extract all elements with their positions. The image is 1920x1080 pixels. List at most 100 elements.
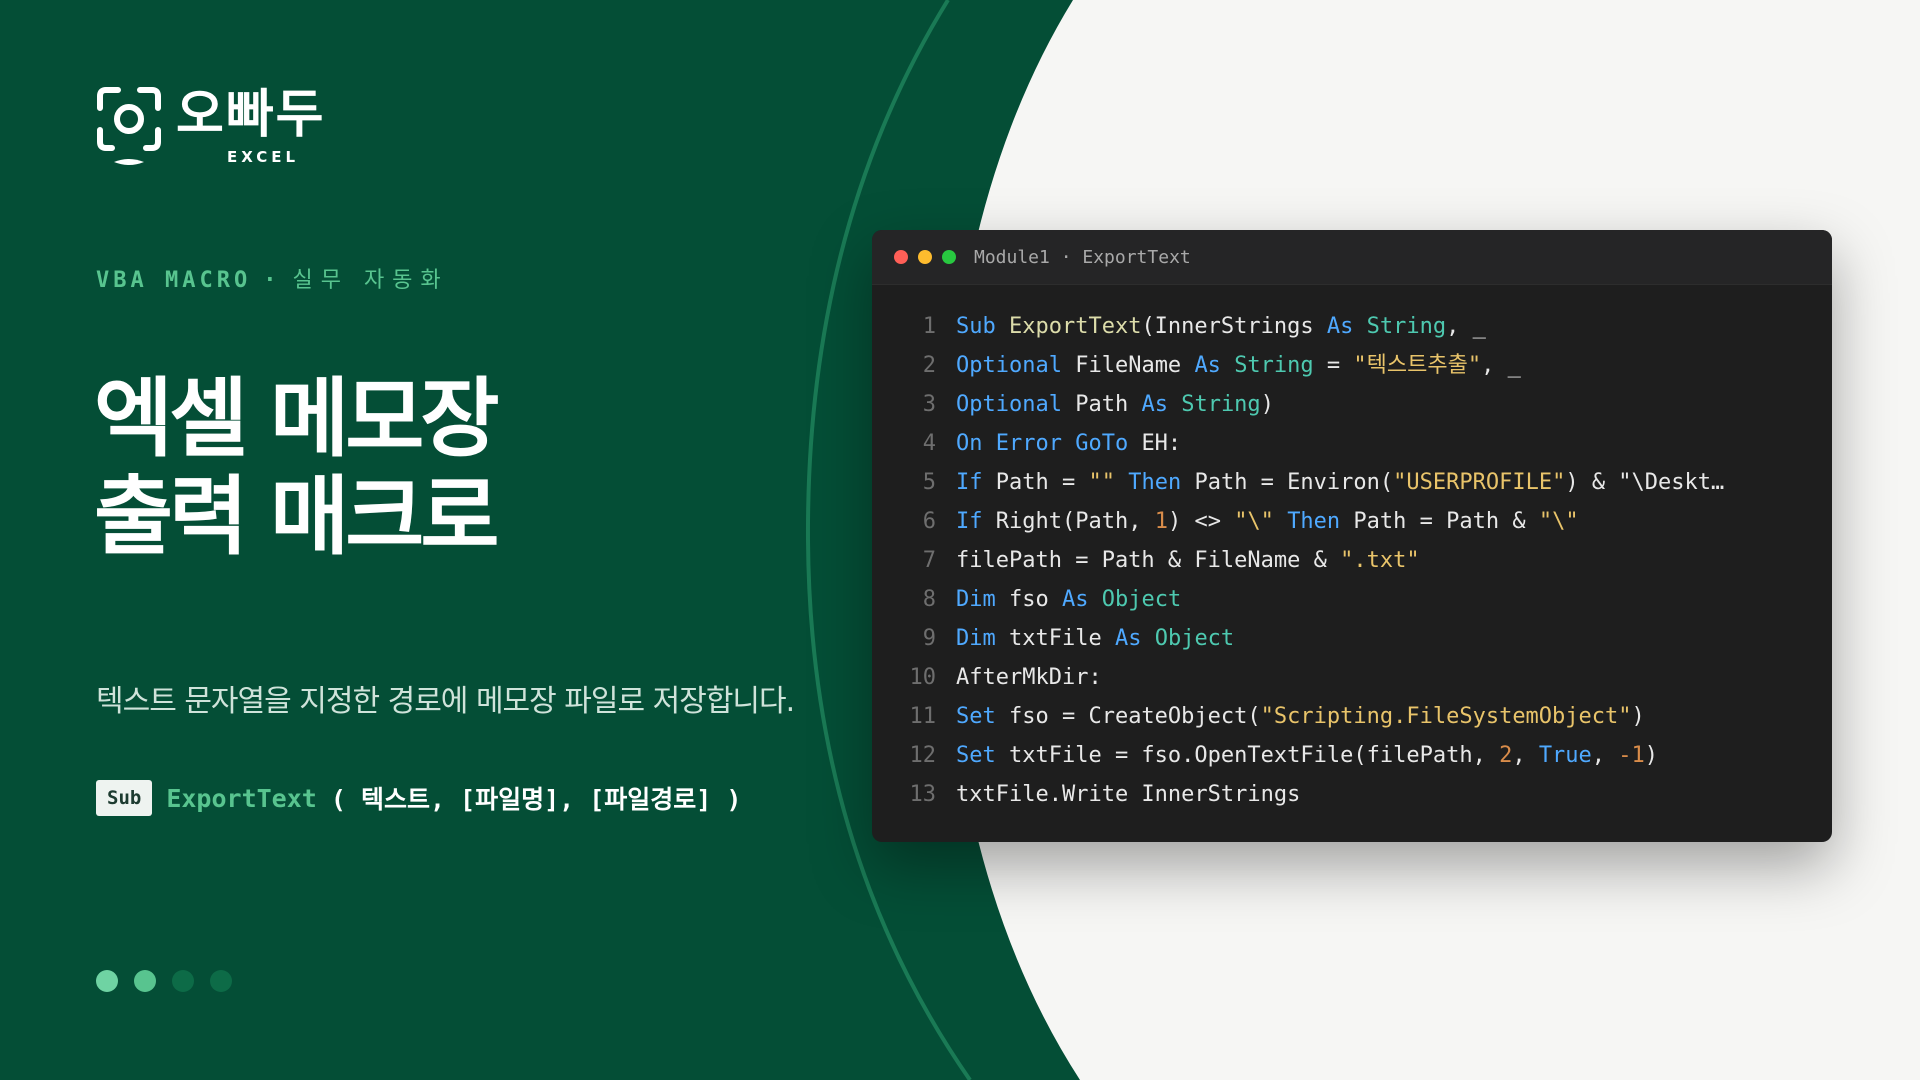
code-token: Dim: [956, 626, 1009, 651]
code-text: Optional Path As String): [956, 385, 1274, 424]
code-token: If: [956, 509, 996, 534]
maximize-dot-icon[interactable]: [942, 250, 956, 264]
line-number: 5: [922, 470, 936, 495]
code-token: As: [1326, 314, 1367, 339]
code-line: 11 Set fso = CreateObject("Scripting.File…: [872, 697, 1832, 736]
function-signature: Sub ExportText ( 텍스트, [파일명], [파일경로] ): [96, 778, 741, 818]
code-line: 13 txtFile.Write InnerStrings: [872, 775, 1832, 814]
code-token: FileName: [1075, 353, 1195, 378]
kicker-en: VBA MACRO: [96, 268, 252, 293]
code-token: "": [1088, 470, 1115, 495]
code-token: String: [1234, 353, 1314, 378]
page-dot[interactable]: [210, 970, 232, 992]
code-token: EH:: [1141, 431, 1182, 456]
code-token: Object: [1154, 626, 1235, 651]
code-token: "텍스트추출": [1353, 353, 1482, 378]
code-line: 1 Sub ExportText(InnerStrings As String, …: [872, 307, 1832, 346]
editor-title: Module1 · ExportText: [974, 246, 1191, 268]
code-token: Path = Path &: [1353, 509, 1539, 534]
signature-function: ExportText: [166, 783, 317, 813]
code-token: ".txt": [1340, 548, 1420, 573]
code-area: 1 Sub ExportText(InnerStrings As String, …: [872, 285, 1832, 814]
code-token: txtFile.Write InnerStrings: [956, 782, 1301, 807]
code-text: txtFile.Write InnerStrings: [956, 775, 1300, 814]
line-number: 11: [909, 704, 937, 729]
code-text: Set txtFile = fso.OpenTextFile(filePath,…: [956, 736, 1658, 775]
code-token: String: [1181, 392, 1261, 417]
code-token: If: [956, 470, 996, 495]
code-token: Optional: [956, 392, 1076, 417]
code-line: 9 Dim txtFile As Object: [872, 619, 1832, 658]
code-token: Object: [1101, 587, 1182, 612]
sub-badge: Sub: [96, 780, 153, 816]
code-token: As: [1114, 626, 1155, 651]
code-token: True: [1538, 743, 1592, 768]
code-token: fso: [1008, 587, 1062, 612]
close-dot-icon[interactable]: [894, 250, 908, 264]
code-line: 2 Optional FileName As String = "텍스트추출", …: [872, 346, 1832, 385]
subtitle: 텍스트 문자열을 지정한 경로에 메모장 파일로 저장합니다.: [96, 684, 795, 719]
code-token: , _: [1446, 314, 1486, 339]
code-editor-window: Module1 · ExportText 1 Sub ExportText(Inn…: [872, 230, 1832, 842]
line-number: 4: [922, 431, 936, 456]
code-text: Dim txtFile As Object: [956, 619, 1234, 658]
line-number: 12: [909, 743, 937, 768]
code-text: AfterMkDir:: [956, 658, 1102, 697]
code-text: Dim fso As Object: [956, 580, 1181, 619]
page-dot[interactable]: [134, 970, 156, 992]
code-token: String: [1366, 314, 1447, 339]
code-text: Set fso = CreateObject("Scripting.FileSy…: [956, 697, 1645, 736]
code-token: ) <>: [1167, 509, 1235, 534]
code-line: 8 Dim fso As Object: [872, 580, 1832, 619]
code-token: Path = Environ(: [1194, 470, 1394, 495]
code-token: ExportText: [1008, 314, 1142, 339]
code-text: Optional FileName As String = "텍스트추출", _: [956, 346, 1521, 385]
code-line: 10 AfterMkDir:: [872, 658, 1832, 697]
code-token: Optional: [956, 353, 1076, 378]
minimize-dot-icon[interactable]: [918, 250, 932, 264]
code-token: fso = CreateObject(: [1008, 704, 1261, 729]
page-dot[interactable]: [96, 970, 118, 992]
title-line-2: 출력 매크로: [94, 467, 500, 567]
code-token: txtFile: [1008, 626, 1115, 651]
code-token: =: [1313, 353, 1354, 378]
code-token: "Scripting.FileSystemObject": [1260, 704, 1632, 729]
code-text: filePath = Path & FileName & ".txt": [956, 541, 1420, 580]
code-token: ): [1260, 392, 1274, 417]
code-token: AfterMkDir:: [956, 665, 1102, 690]
code-token: filePath = Path & FileName &: [956, 548, 1341, 573]
code-text: On Error GoTo EH:: [956, 424, 1181, 463]
line-number: 1: [922, 314, 936, 339]
code-token: Set: [956, 704, 1009, 729]
code-text: If Right(Path, 1) <> "\" Then Path = Pat…: [956, 502, 1579, 541]
code-token: txtFile = fso.OpenTextFile(filePath,: [1008, 743, 1500, 768]
code-token: , _: [1481, 353, 1521, 378]
code-text: If Path = "" Then Path = Environ("USERPR…: [956, 463, 1724, 502]
code-line: 12 Set txtFile = fso.OpenTextFile(filePat…: [872, 736, 1832, 775]
line-number: 2: [922, 353, 936, 378]
code-token: Path =: [995, 470, 1089, 495]
code-token: On Error GoTo: [956, 431, 1142, 456]
code-token: Then: [1128, 470, 1195, 495]
kicker-ko: 실무 자동화: [292, 268, 449, 293]
code-line: 6 If Right(Path, 1) <> "\" Then Path = Pa…: [872, 502, 1832, 541]
code-token: As: [1141, 392, 1182, 417]
code-line: 3 Optional Path As String): [872, 385, 1832, 424]
brand-sub: EXCEL: [227, 148, 300, 166]
code-token: Then: [1287, 509, 1354, 534]
pagination-dots: [96, 970, 232, 992]
code-token: ): [1644, 743, 1659, 768]
code-token: As: [1061, 587, 1102, 612]
code-token: (InnerStrings: [1141, 314, 1327, 339]
code-token: Path: [1075, 392, 1142, 417]
code-token: Sub: [956, 314, 1009, 339]
code-token: "\": [1538, 509, 1579, 534]
code-line: 7 filePath = Path & FileName & ".txt": [872, 541, 1832, 580]
line-number: 8: [922, 587, 936, 612]
code-line: 5 If Path = "" Then Path = Environ("USERP…: [872, 463, 1832, 502]
title-line-1: 엑셀 메모장: [94, 369, 500, 469]
line-number: 3: [922, 392, 936, 417]
page-dot[interactable]: [172, 970, 194, 992]
